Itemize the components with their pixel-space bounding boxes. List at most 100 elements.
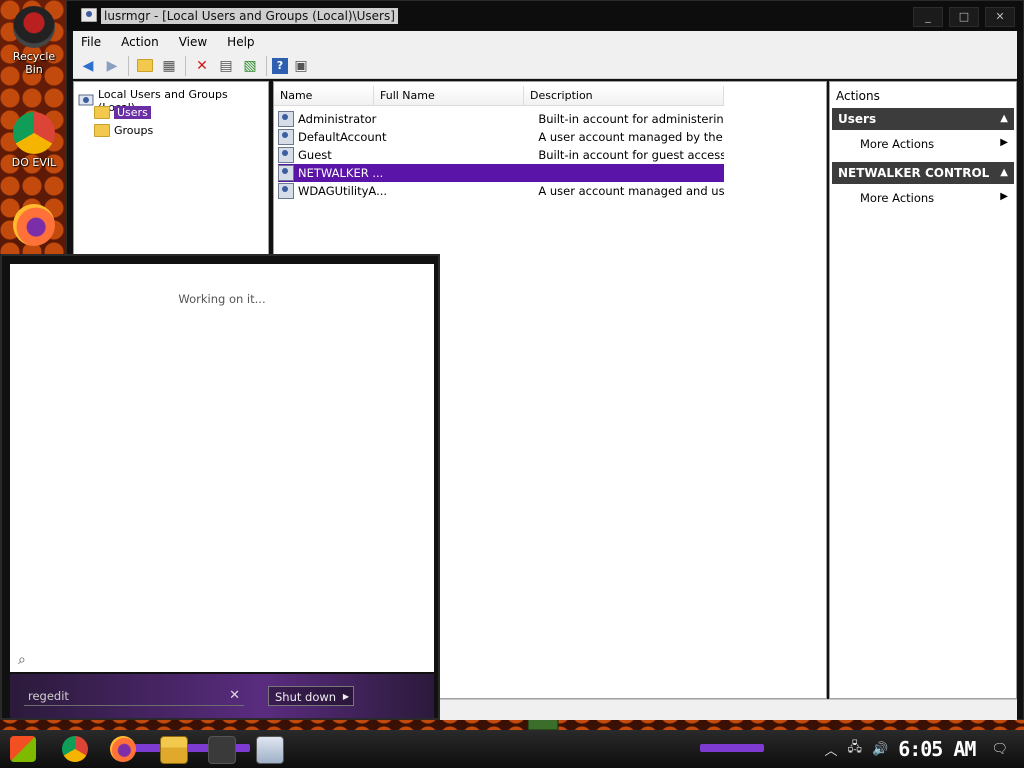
column-header-description[interactable]: Description xyxy=(524,86,724,106)
start-search-input[interactable]: regedit ✕ xyxy=(24,686,244,706)
computer-users-icon xyxy=(78,94,94,106)
menu-view[interactable]: View xyxy=(171,35,215,49)
app-icon xyxy=(81,8,97,22)
table-row[interactable]: Guest Built-in account for guest access … xyxy=(278,146,724,164)
folder-icon xyxy=(94,106,110,119)
title-bar[interactable]: lusrmgr - [Local Users and Groups (Local… xyxy=(67,1,1023,31)
help-icon[interactable]: ? xyxy=(272,57,288,74)
maximize-button[interactable]: □ xyxy=(949,7,979,27)
toolbar-separator xyxy=(128,55,129,76)
notifications-icon[interactable]: 🗨 xyxy=(991,742,1008,757)
clear-search-icon[interactable]: ✕ xyxy=(229,686,240,706)
menu-file[interactable]: File xyxy=(73,35,109,49)
desktop-icon-label: DO EVIL xyxy=(11,156,57,169)
search-status-text: Working on it... xyxy=(178,292,266,306)
chrome-icon[interactable] xyxy=(62,736,88,762)
actions-section-netwalker-control[interactable]: NETWALKER CONTROL ▲ xyxy=(832,162,1014,184)
column-header-full-name[interactable]: Full Name xyxy=(374,86,524,106)
shutdown-button[interactable]: Shut down ▶ xyxy=(268,686,354,706)
chevron-right-icon: ▶ xyxy=(1000,137,1008,148)
tree-item-groups[interactable]: Groups xyxy=(94,124,153,137)
forward-icon[interactable]: ▶ xyxy=(101,55,123,77)
collapse-up-icon: ▲ xyxy=(1000,113,1008,124)
column-header-name[interactable]: Name xyxy=(274,86,374,106)
cell-name: NETWALKER ... xyxy=(298,166,384,180)
desktop-icon-label: Recycle Bin xyxy=(12,50,56,76)
list-header: Name Full Name Description xyxy=(274,86,724,106)
start-menu: Working on it... ⌕ regedit ✕ Shut down ▶ xyxy=(0,254,440,720)
menu-action[interactable]: Action xyxy=(113,35,167,49)
search-icon: ⌕ xyxy=(18,652,26,668)
collapse-up-icon: ▲ xyxy=(1000,167,1008,178)
cell-description: A user account managed and used b... xyxy=(538,184,724,198)
chevron-right-icon[interactable]: ▶ xyxy=(343,687,349,707)
tree-item-label: Users xyxy=(114,106,151,119)
actions-section-users[interactable]: Users ▲ xyxy=(832,108,1014,130)
chevron-right-icon: ▶ xyxy=(1000,191,1008,202)
desktop-icon-do-evil[interactable]: DO EVIL xyxy=(4,112,64,169)
user-icon xyxy=(278,183,294,199)
more-actions-users[interactable]: More Actions ▶ xyxy=(860,137,1008,151)
user-icon xyxy=(278,165,294,181)
volume-icon[interactable]: 🔊 xyxy=(872,742,888,757)
recycle-bin-icon xyxy=(13,6,55,48)
folder-icon xyxy=(94,124,110,137)
start-menu-footer: regedit ✕ Shut down ▶ xyxy=(10,674,434,718)
desktop-icon-firefox[interactable] xyxy=(4,204,64,248)
user-icon xyxy=(278,129,294,145)
cell-description: Built-in account for administering the .… xyxy=(538,112,724,126)
minimize-button[interactable]: _ xyxy=(913,7,943,27)
cell-name: DefaultAccount xyxy=(298,130,387,144)
cell-name: Guest xyxy=(298,148,332,162)
table-row[interactable]: DefaultAccount A user account managed by… xyxy=(278,128,724,146)
up-folder-icon[interactable] xyxy=(134,55,156,77)
user-icon xyxy=(278,111,294,127)
actions-pane: Actions Users ▲ More Actions ▶ NETWALKER… xyxy=(829,81,1017,699)
actions-title: Actions xyxy=(836,89,880,103)
character-icon[interactable] xyxy=(208,736,236,764)
firefox-icon xyxy=(13,204,55,246)
file-explorer-icon[interactable] xyxy=(160,736,188,764)
toolbar-separator xyxy=(185,55,186,76)
cell-description: Built-in account for guest access to th.… xyxy=(538,148,724,162)
search-input-value: regedit xyxy=(28,689,69,703)
cell-name: Administrator xyxy=(298,112,377,126)
menu-bar: File Action View Help xyxy=(73,31,1017,53)
desktop-icon-recycle-bin[interactable]: Recycle Bin xyxy=(4,6,64,76)
menu-help[interactable]: Help xyxy=(219,35,262,49)
system-tray: ︿ 🖧 🔊 6:05 AM 🗨 xyxy=(824,730,1024,768)
show-hidden-icons-icon[interactable]: ︿ xyxy=(824,740,837,759)
network-icon[interactable]: 🖧 xyxy=(848,738,863,760)
show-hide-tree-icon[interactable]: ▦ xyxy=(158,55,180,77)
toolbar: ◀ ▶ ▦ ✕ ▤ ▧ ? ▣ xyxy=(73,53,1017,79)
clock[interactable]: 6:05 AM xyxy=(898,737,976,761)
table-row[interactable]: Administrator Built-in account for admin… xyxy=(278,110,724,128)
start-icon[interactable] xyxy=(10,736,36,762)
delete-icon[interactable]: ✕ xyxy=(191,55,213,77)
more-actions-netwalker[interactable]: More Actions ▶ xyxy=(860,191,1008,205)
close-button[interactable]: ✕ xyxy=(985,7,1015,27)
window-title: lusrmgr - [Local Users and Groups (Local… xyxy=(101,8,398,24)
taskbar-accent-decor xyxy=(700,744,764,752)
taskbar: ︿ 🖧 🔊 6:05 AM 🗨 xyxy=(0,730,1024,768)
show-hide-action-pane-icon[interactable]: ▣ xyxy=(290,55,312,77)
table-row[interactable]: WDAGUtilityA... A user account managed a… xyxy=(278,182,724,200)
cell-name: WDAGUtilityA... xyxy=(298,184,388,198)
action-item-label: More Actions xyxy=(860,137,935,151)
section-header-label: Users xyxy=(838,112,877,126)
tree-item-label: Groups xyxy=(114,124,154,137)
computer-management-icon[interactable] xyxy=(256,736,284,764)
table-row-selected[interactable]: NETWALKER ... xyxy=(278,164,724,182)
user-icon xyxy=(278,147,294,163)
firefox-icon[interactable] xyxy=(110,736,136,762)
toolbar-separator xyxy=(266,55,267,76)
action-item-label: More Actions xyxy=(860,191,935,205)
export-icon[interactable]: ▧ xyxy=(239,55,261,77)
back-icon[interactable]: ◀ xyxy=(77,55,99,77)
properties-icon[interactable]: ▤ xyxy=(215,55,237,77)
section-header-label: NETWALKER CONTROL xyxy=(838,166,990,180)
search-results-panel: Working on it... ⌕ xyxy=(10,264,434,672)
tree-item-users[interactable]: Users xyxy=(94,106,151,119)
cell-description: A user account managed by the syst... xyxy=(538,130,724,144)
chrome-icon xyxy=(13,112,55,154)
